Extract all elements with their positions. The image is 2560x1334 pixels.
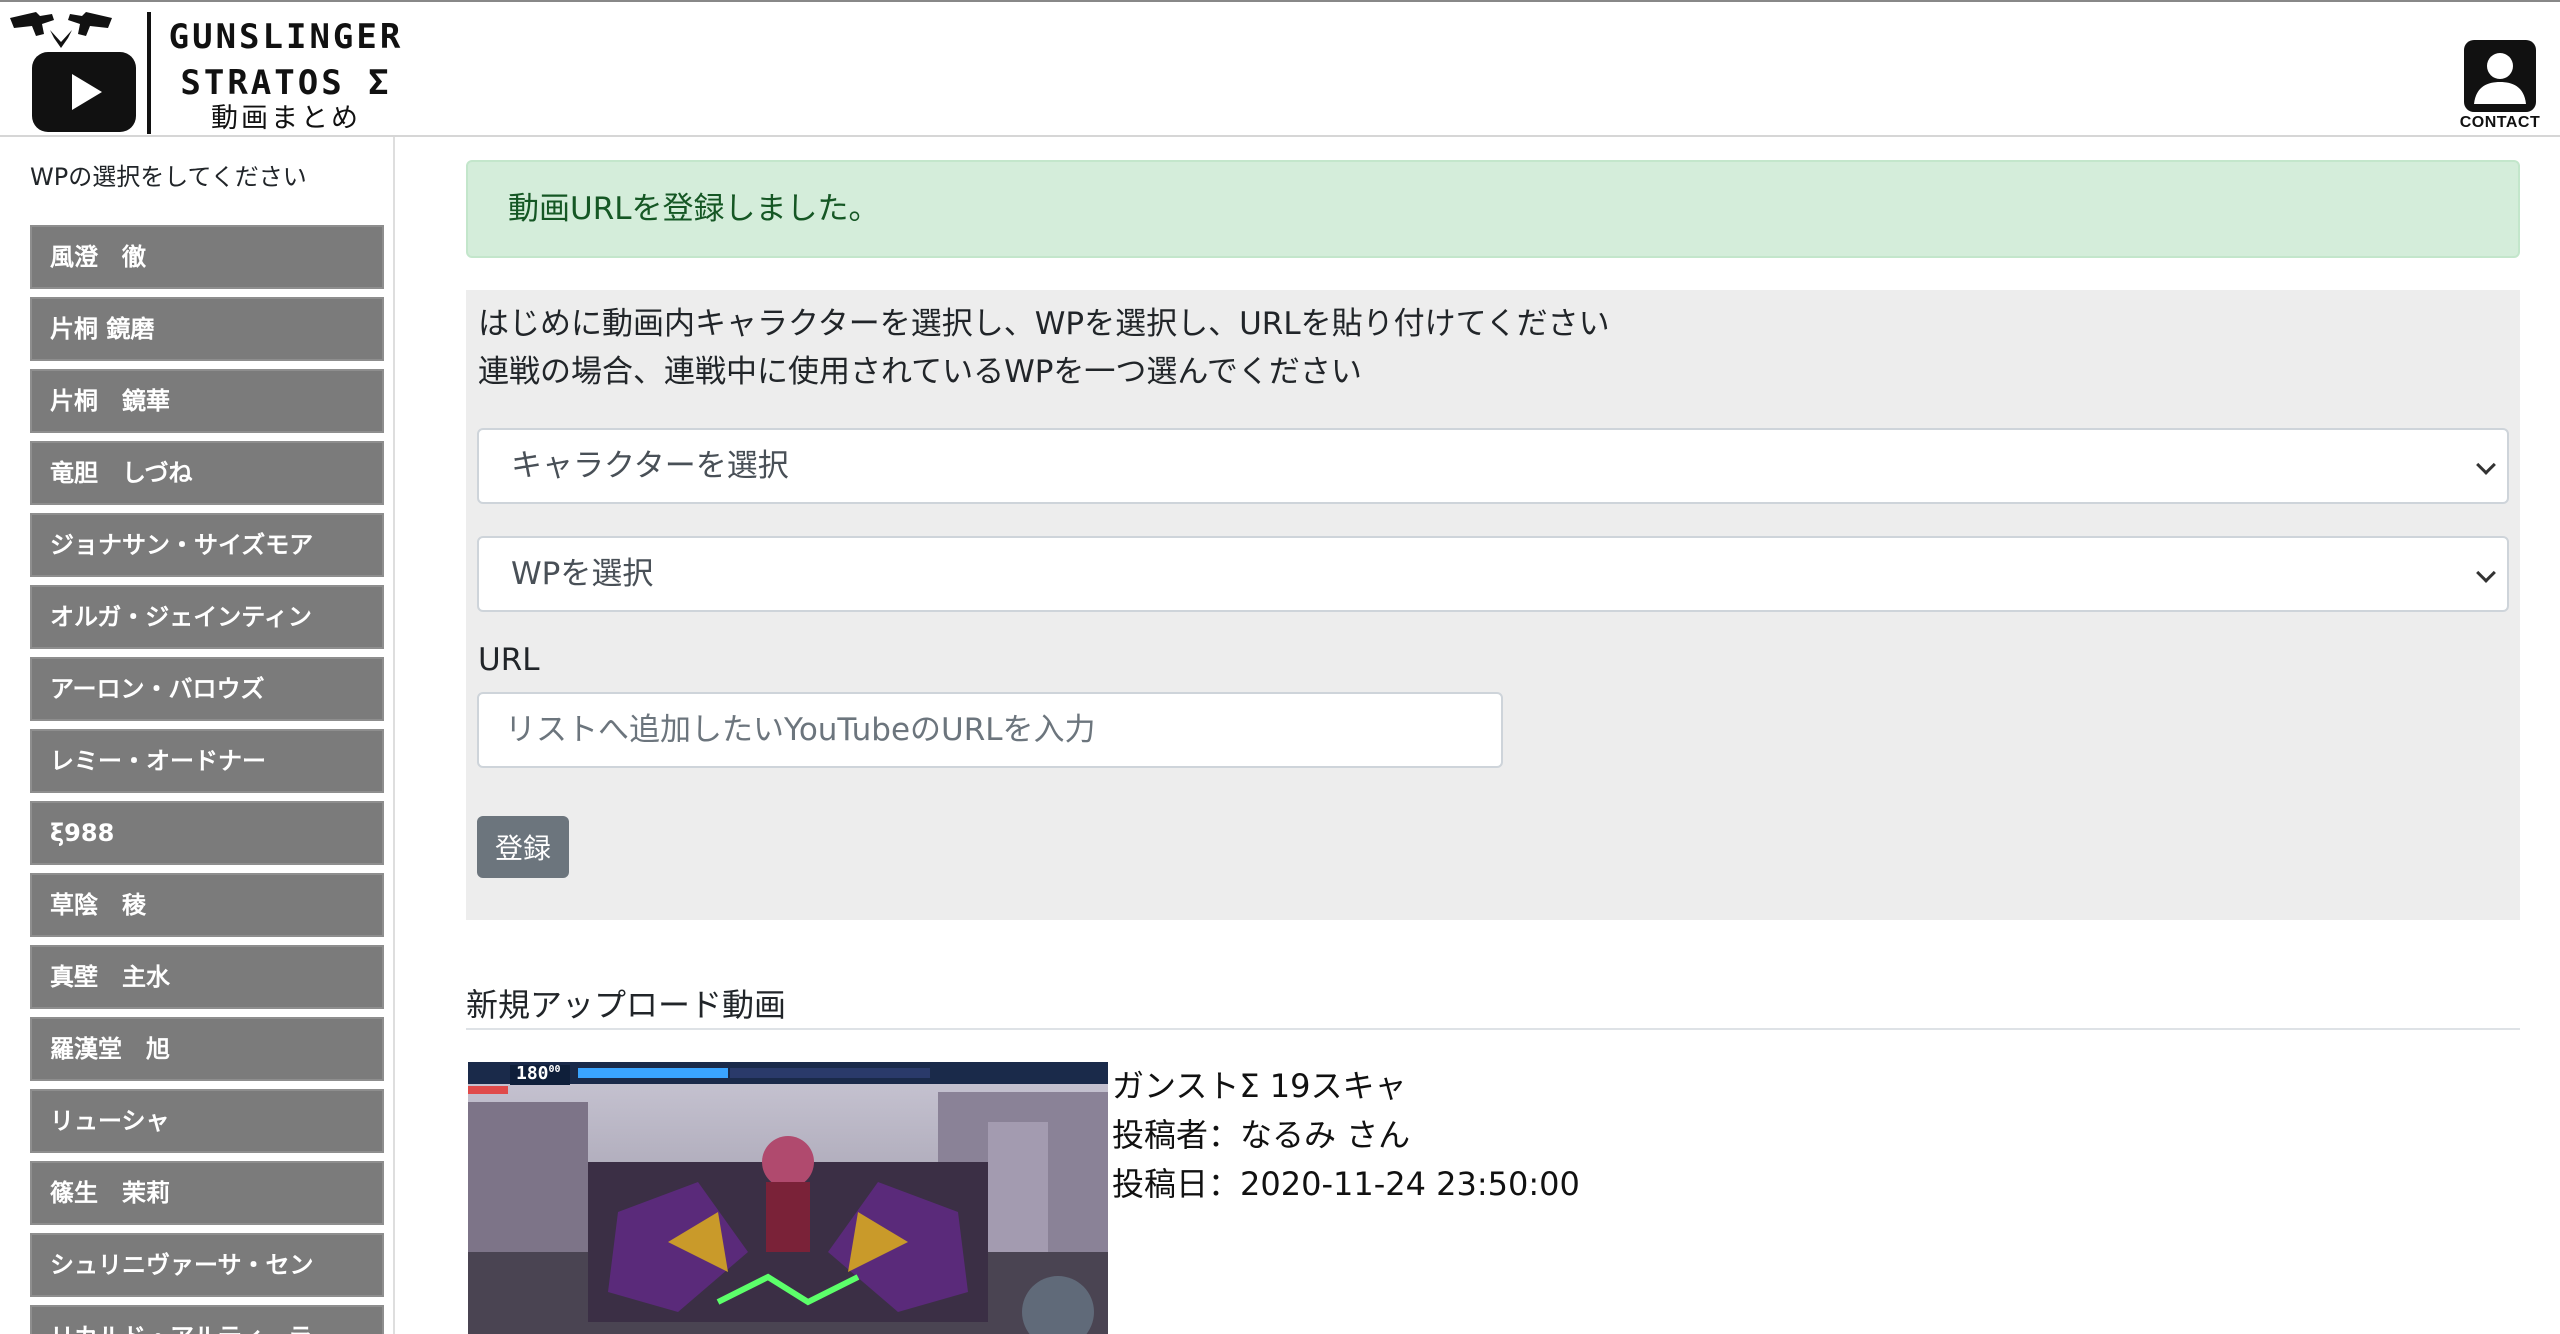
sidebar-item[interactable]: レミー・オードナー: [30, 729, 384, 793]
sidebar-item[interactable]: 片桐 鏡磨: [30, 297, 384, 361]
video-meta: ガンストΣ 19スキャ 投稿者：なるみ さん 投稿日：2020-11-24 23…: [1112, 1062, 1812, 1209]
sidebar-item[interactable]: 片桐 鏡華: [30, 369, 384, 433]
sidebar-item[interactable]: リューシャ: [30, 1089, 384, 1153]
form-instructions: はじめに動画内キャラクターを選択し、WPを選択し、URLを貼り付けてください 連…: [478, 300, 1610, 396]
wp-select-value: WPを選択: [511, 556, 654, 592]
url-input[interactable]: [477, 692, 1503, 768]
play-button-icon: [32, 52, 136, 132]
crossed-guns-icon: [10, 12, 112, 48]
site-logo[interactable]: GUNSLINGER STRATOS Σ 動画まとめ: [6, 8, 406, 134]
chevron-down-icon: [2476, 563, 2496, 583]
chevron-down-icon: [2476, 455, 2496, 475]
sidebar-item[interactable]: シュリニヴァーサ・セン: [30, 1233, 384, 1297]
site-header: GUNSLINGER STRATOS Σ 動画まとめ CONTACT: [0, 0, 2560, 137]
logo-title-line1: GUNSLINGER: [168, 17, 404, 57]
sidebar-title: WPの選択をしてください: [30, 163, 307, 191]
user-contact-icon: [2464, 40, 2536, 112]
sidebar-item[interactable]: 羅漢堂 旭: [30, 1017, 384, 1081]
wp-list: 風澄 徹 片桐 鏡磨 片桐 鏡華 竜胆 しづね ジョナサン・サイズモア オルガ・…: [30, 225, 384, 1334]
sidebar-item[interactable]: 竜胆 しづね: [30, 441, 384, 505]
url-label: URL: [478, 642, 540, 678]
hud-value-main: 180: [516, 1063, 549, 1084]
hud-value: 18000: [516, 1063, 561, 1084]
success-alert: 動画URLを登録しました。: [466, 160, 2520, 258]
sidebar-item[interactable]: ξ988: [30, 801, 384, 865]
sidebar-item[interactable]: アーロン・バロウズ: [30, 657, 384, 721]
logo-subtitle: 動画まとめ: [211, 103, 361, 134]
hud-value-sup: 00: [548, 1064, 561, 1075]
wp-select[interactable]: WPを選択: [477, 536, 2509, 612]
new-uploads-heading: 新規アップロード動画: [466, 980, 2520, 1030]
sidebar-item[interactable]: 篠生 茉莉: [30, 1161, 384, 1225]
sidebar-item[interactable]: 真壁 主水: [30, 945, 384, 1009]
character-select-value: キャラクターを選択: [511, 448, 789, 484]
logo-divider: [147, 12, 151, 134]
logo-title-line2: STRATOS Σ: [180, 63, 392, 103]
sidebar-item[interactable]: 風澄 徹: [30, 225, 384, 289]
sidebar-item[interactable]: 草陰 稜: [30, 873, 384, 937]
register-form: はじめに動画内キャラクターを選択し、WPを選択し、URLを貼り付けてください 連…: [466, 290, 2520, 920]
character-select[interactable]: キャラクターを選択: [477, 428, 2509, 504]
sidebar: WPの選択をしてください 風澄 徹 片桐 鏡磨 片桐 鏡華 竜胆 しづね ジョナ…: [0, 137, 395, 1334]
register-button[interactable]: 登録: [477, 816, 569, 878]
video-thumbnail[interactable]: 18000: [468, 1062, 1108, 1334]
video-title[interactable]: ガンストΣ 19スキャ: [1112, 1062, 1812, 1111]
contact-button[interactable]: CONTACT: [2452, 40, 2548, 134]
instruction-line-2: 連戦の場合、連戦中に使用されているWPを一つ選んでください: [478, 354, 1362, 390]
video-poster: 投稿者：なるみ さん: [1112, 1116, 1411, 1154]
contact-label: CONTACT: [2459, 114, 2541, 131]
sidebar-item[interactable]: オルガ・ジェインティン: [30, 585, 384, 649]
instruction-line-1: はじめに動画内キャラクターを選択し、WPを選択し、URLを貼り付けてください: [478, 306, 1610, 342]
sidebar-item[interactable]: ジョナサン・サイズモア: [30, 513, 384, 577]
video-date: 投稿日：2020-11-24 23:50:00: [1112, 1165, 1580, 1203]
logo-text: GUNSLINGER STRATOS Σ 動画まとめ: [166, 14, 406, 134]
sidebar-item[interactable]: リカルド・アルティーラ: [30, 1305, 384, 1334]
